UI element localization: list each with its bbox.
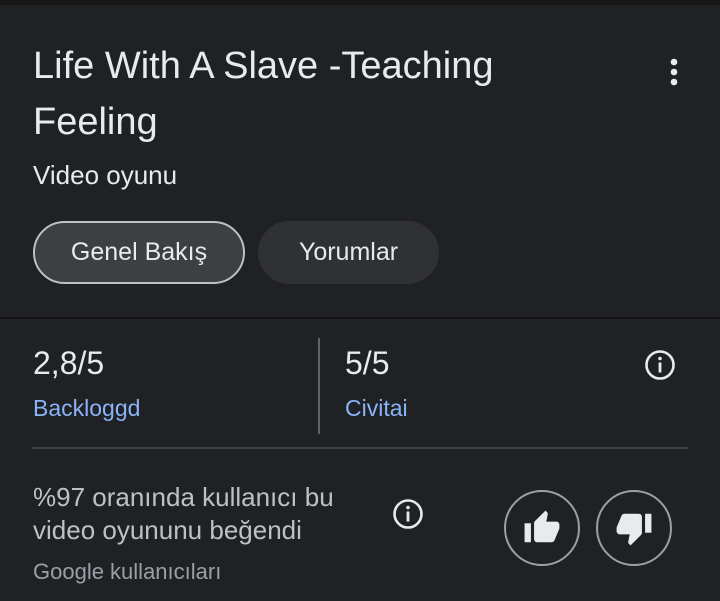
tab-reviews-label: Yorumlar xyxy=(298,238,399,266)
like-button[interactable] xyxy=(504,490,580,566)
entity-type: Video oyunu xyxy=(33,160,178,190)
tab-overview[interactable]: Genel Bakış xyxy=(33,221,245,284)
rating-divider xyxy=(318,338,320,434)
dislike-button[interactable] xyxy=(596,490,672,566)
section-divider xyxy=(0,317,720,319)
rating-source-civitai[interactable]: Civitai xyxy=(345,394,408,422)
ratings-info-button[interactable] xyxy=(643,348,677,382)
tab-overview-label: Genel Bakış xyxy=(70,238,208,266)
tab-reviews[interactable]: Yorumlar xyxy=(258,221,439,284)
ratings-divider xyxy=(32,447,688,449)
user-rating-source: Google kullanıcıları xyxy=(33,559,222,584)
page-title: Life With A Slave -Teaching Feeling xyxy=(33,45,494,143)
info-icon xyxy=(645,350,675,380)
rating-value-backloggd: 2,8/5 xyxy=(33,345,105,381)
thumb-up-icon xyxy=(524,510,560,543)
thumb-down-icon xyxy=(616,513,652,546)
more-vert-icon xyxy=(670,58,678,86)
user-like-percentage: %97 oranında kullanıcı bu video oyununu … xyxy=(33,482,334,545)
rating-source-backloggd[interactable]: Backloggd xyxy=(33,394,140,422)
info-icon xyxy=(393,499,423,529)
rating-value-civitai: 5/5 xyxy=(345,345,390,381)
user-rating-info-button[interactable] xyxy=(391,497,425,531)
more-options-button[interactable] xyxy=(654,50,694,94)
